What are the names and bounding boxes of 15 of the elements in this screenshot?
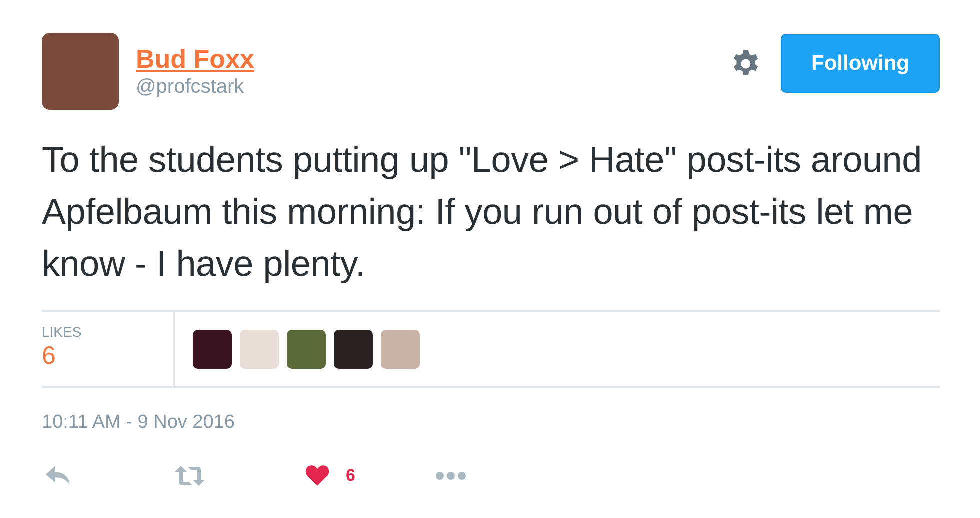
heart-icon[interactable] <box>305 464 330 487</box>
avatar-placeholder[interactable] <box>334 330 373 368</box>
likes-count[interactable]: 6 <box>42 342 56 371</box>
username: @profcstark <box>136 76 244 99</box>
avatar-placeholder[interactable] <box>193 330 232 368</box>
profile-photo-placeholder[interactable] <box>42 33 119 110</box>
tweet-text: To the students putting up "Love > Hate" post-its around Apfelbaum this morning: If you run out of post-its let me know - I have plenty. <box>42 138 923 286</box>
timestamp[interactable]: 10:11 AM - 9 Nov 2016 <box>42 412 235 434</box>
display-name[interactable]: Bud Foxx <box>136 45 254 74</box>
retweet-icon[interactable] <box>174 464 206 486</box>
more-icon[interactable] <box>436 472 466 480</box>
reply-icon[interactable] <box>45 465 72 486</box>
likes-label: LIKES <box>42 324 82 340</box>
like-count: 6 <box>346 466 356 486</box>
following-button[interactable]: Following <box>781 34 940 93</box>
